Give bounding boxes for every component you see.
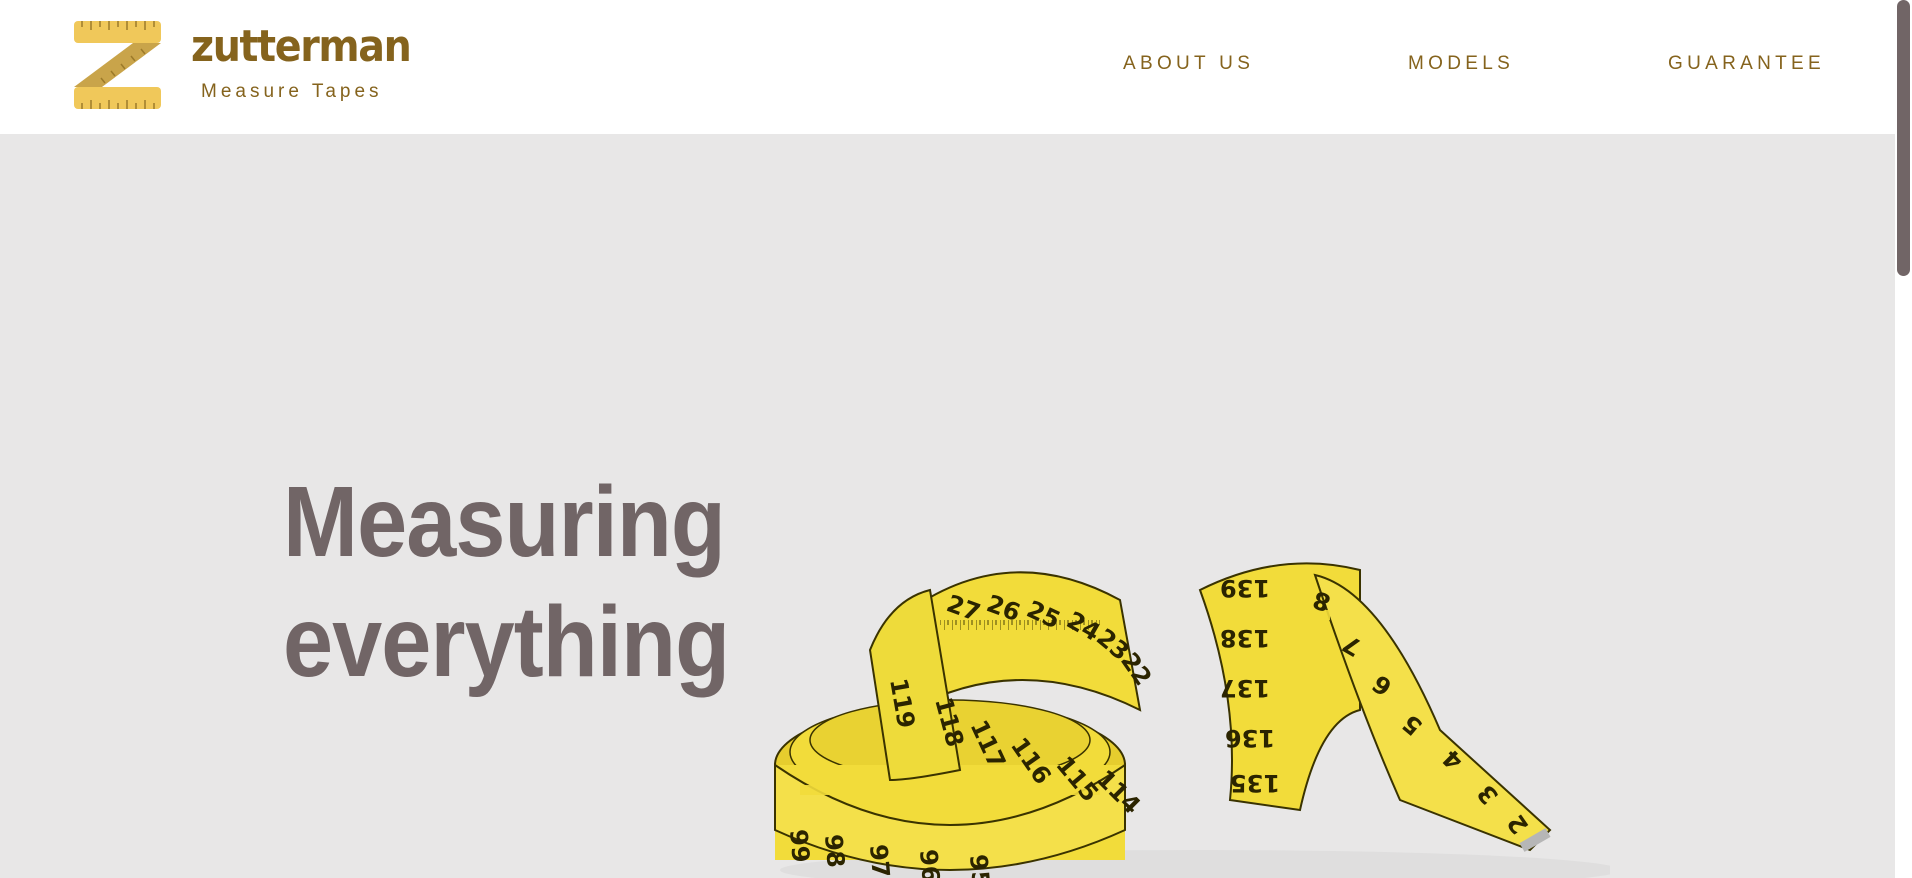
nav-models-link[interactable]: MODELS — [1408, 54, 1514, 73]
brand-name[interactable]: zutterman — [191, 25, 412, 69]
hero-heading-line-2: everything — [283, 586, 730, 698]
measuring-tape-image: 27 26 25 24 23 22 119 118 117 116 115 11… — [774, 562, 1610, 878]
tape-number: 135 — [1230, 769, 1280, 797]
tape-number: 99 — [784, 828, 815, 864]
scrollbar-thumb[interactable] — [1897, 0, 1910, 276]
tape-number: 139 — [1220, 574, 1270, 602]
tape-number: 96 — [914, 848, 945, 878]
hero-heading: Measuring everything — [283, 462, 730, 702]
site-header: zutterman Measure Tapes ABOUT US MODELS … — [0, 0, 1912, 134]
tape-number: 138 — [1220, 624, 1270, 652]
nav-about-us-link[interactable]: ABOUT US — [1123, 54, 1254, 73]
hero-heading-line-1: Measuring — [283, 466, 726, 578]
tape-number: 98 — [819, 833, 850, 869]
tape-number: 136 — [1225, 724, 1275, 752]
tape-z-logo-icon[interactable] — [73, 20, 162, 110]
tape-number: 97 — [864, 843, 895, 878]
tape-number: 137 — [1220, 674, 1270, 702]
nav-guarantee-link[interactable]: GUARANTEE — [1668, 54, 1825, 73]
brand-tagline: Measure Tapes — [201, 81, 383, 102]
tape-number: 95 — [964, 853, 995, 878]
